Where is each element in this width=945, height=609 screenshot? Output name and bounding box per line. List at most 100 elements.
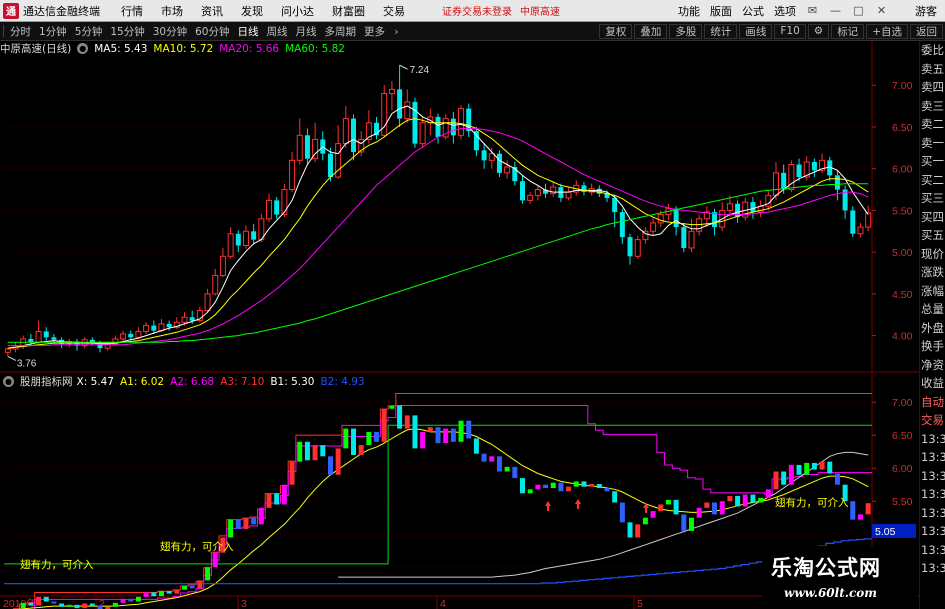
side-tab-13[interactable]: 涨幅 (920, 282, 945, 301)
side-tab-8[interactable]: 买三 (920, 189, 945, 208)
side-tab-24[interactable]: 13:35 (920, 485, 945, 504)
side-tab-19[interactable]: 自动 (920, 393, 945, 412)
side-tab-23[interactable]: 13:34 (920, 467, 945, 486)
f10-button[interactable]: F10 (774, 23, 806, 39)
quote-side-panel: 委比 卖五 卖四 卖三 卖二 卖一 买一 买二 买三 买四 买五 现价 涨跌 涨幅 总量 外盘 换手 净资 收益 自动… (919, 41, 945, 609)
tab-more[interactable]: 更多 (360, 24, 389, 39)
candle-body-up (204, 293, 211, 312)
menu-xuanxiang[interactable]: 选项 (774, 3, 796, 19)
close-icon[interactable]: ✕ (874, 3, 889, 18)
mark-button[interactable]: 标记 (831, 23, 865, 39)
high-price-label: 7.24 (410, 65, 430, 76)
chevron-right-icon[interactable]: › (389, 24, 404, 39)
side-tab-21[interactable]: 13:34 (920, 430, 945, 449)
maximize-icon[interactable]: □ (851, 3, 866, 18)
side-tab-0[interactable]: 委比 (920, 41, 945, 60)
indicator-title[interactable]: 股朋指标网 (20, 374, 73, 389)
candle-body-up (35, 330, 42, 343)
guest-label[interactable]: 游客 (915, 3, 937, 19)
indicator-bar (258, 507, 264, 525)
indicator-bar (43, 596, 49, 602)
menu-gongshi[interactable]: 公式 (742, 3, 764, 19)
side-tab-16[interactable]: 换手 (920, 337, 945, 356)
tab-fenshi[interactable]: 分时 (6, 24, 35, 39)
side-tab-2[interactable]: 卖四 (920, 78, 945, 97)
tab-30min[interactable]: 30分钟 (149, 24, 191, 39)
tab-monthly[interactable]: 月线 (292, 24, 321, 39)
indicator-bar (120, 598, 126, 603)
menu-faxian[interactable]: 发现 (241, 3, 263, 19)
indicator-bar (327, 456, 333, 475)
indicator-bar (112, 602, 118, 607)
tab-60min[interactable]: 60分钟 (191, 24, 233, 39)
side-tab-6[interactable]: 买一 (920, 152, 945, 171)
side-tab-1[interactable]: 卖五 (920, 60, 945, 79)
menu-caifuquan[interactable]: 财富圈 (332, 3, 365, 19)
statistics-button[interactable]: 统计 (704, 23, 738, 39)
menu-gongneng[interactable]: 功能 (678, 3, 700, 19)
indicator-bar (519, 478, 525, 494)
indicator-bar (312, 445, 318, 461)
app-logo-icon: 通 (3, 2, 19, 19)
tab-multi-period[interactable]: 多周期 (321, 24, 361, 39)
menu-wenxiaoda[interactable]: 问小达 (281, 3, 314, 19)
side-tab-4[interactable]: 卖二 (920, 115, 945, 134)
login-status[interactable]: 证券交易未登录 (442, 3, 512, 18)
side-tab-22[interactable]: 13:34 (920, 448, 945, 467)
side-tab-10[interactable]: 买五 (920, 226, 945, 245)
side-tab-20[interactable]: 交易 (920, 411, 945, 430)
tab-5min[interactable]: 5分钟 (71, 24, 107, 39)
side-tab-15[interactable]: 外盘 (920, 319, 945, 338)
tab-weekly[interactable]: 周线 (263, 24, 292, 39)
side-tab-3[interactable]: 卖三 (920, 97, 945, 116)
tab-15min[interactable]: 15分钟 (106, 24, 148, 39)
side-tab-18[interactable]: 收益 (920, 374, 945, 393)
tab-1min[interactable]: 1分钟 (35, 24, 71, 39)
side-tab-5[interactable]: 卖一 (920, 134, 945, 153)
side-tab-26[interactable]: 13:35 (920, 522, 945, 541)
kline-chart-area[interactable]: 7.00 6.50 6.00 5.50 5.00 4.50 4.00 7.00 6.50 6.00… (0, 41, 919, 609)
indicator-bar (573, 481, 579, 487)
indicator-settings-icon[interactable]: ● (3, 376, 14, 387)
candle-body-up (657, 214, 664, 224)
fuquan-button[interactable]: 复权 (599, 23, 633, 39)
side-tab-9[interactable]: 买四 (920, 208, 945, 227)
candle-body-down (412, 101, 418, 144)
side-tab-11[interactable]: 现价 (920, 245, 945, 264)
side-tab-12[interactable]: 涨跌 (920, 263, 945, 282)
indicator-bar (420, 431, 426, 449)
tab-daily[interactable]: 日线 (234, 24, 263, 39)
indicator-bar (596, 484, 602, 488)
message-icon[interactable]: ✉ (805, 3, 820, 18)
indicator-bar (174, 589, 180, 594)
multi-stock-button[interactable]: 多股 (669, 23, 703, 39)
indicator-bar (366, 431, 372, 446)
overlay-button[interactable]: 叠加 (634, 23, 668, 39)
candle-body-up (688, 230, 695, 249)
settings-gear-icon[interactable]: ⚙ (807, 23, 830, 39)
indicator-bar (351, 428, 357, 455)
indicator-bar (335, 448, 341, 475)
candle-body-up (772, 172, 779, 196)
add-watchlist-button[interactable]: +自选 (866, 23, 908, 39)
ma5-value: MA5: 5.43 (94, 42, 148, 55)
back-button[interactable]: 返回 (910, 23, 943, 39)
side-tab-17[interactable]: 净资 (920, 356, 945, 375)
menu-banmian[interactable]: 版面 (710, 3, 732, 19)
side-tab-25[interactable]: 13:35 (920, 504, 945, 523)
menu-shichang[interactable]: 市场 (161, 3, 183, 19)
minimize-icon[interactable]: — (828, 3, 843, 18)
side-tab-14[interactable]: 总量 (920, 300, 945, 319)
side-tab-28[interactable]: 13:36 (920, 559, 945, 578)
side-tab-27[interactable]: 13:36 (920, 541, 945, 560)
menu-jiaoyi[interactable]: 交易 (383, 3, 405, 19)
draw-line-button[interactable]: 画线 (739, 23, 773, 39)
chart-settings-icon[interactable]: ● (77, 43, 89, 54)
indicator-bar (489, 456, 495, 462)
menu-zixun[interactable]: 资讯 (201, 3, 223, 19)
menu-hangqing[interactable]: 行情 (121, 3, 143, 19)
indicator-bar (650, 511, 656, 518)
side-tab-7[interactable]: 买二 (920, 171, 945, 190)
indicator-bar (496, 456, 502, 472)
watermark-title: 乐淘公式网 (771, 556, 881, 580)
